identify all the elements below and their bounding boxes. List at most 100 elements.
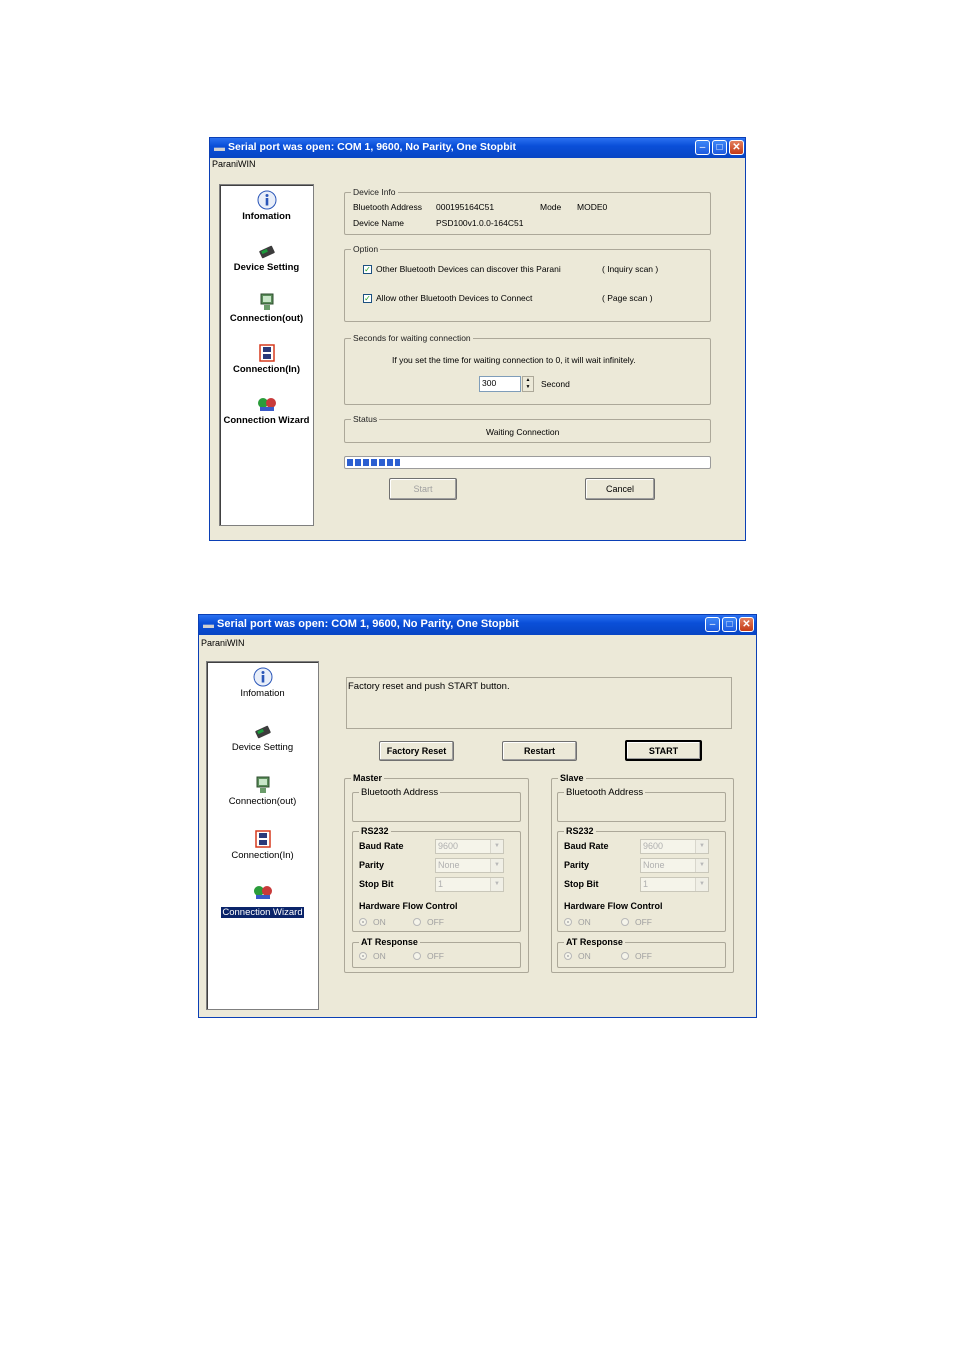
menu-paraniwin[interactable]: ParaniWIN [212, 159, 256, 169]
wizard-message-box: Factory reset and push START button. [346, 677, 732, 729]
master-hw-flow-off-radio[interactable] [413, 918, 421, 926]
nav-label-connection-wizard: Connection Wizard [221, 907, 304, 918]
maximize-button[interactable]: □ [722, 617, 737, 632]
title-bar[interactable]: ▬ Serial port was open: COM 1, 9600, No … [210, 138, 745, 158]
nav-label-information: Infomation [240, 688, 285, 699]
slave-hw-flow-off-label: OFF [635, 917, 652, 927]
slave-at-on-radio[interactable] [564, 952, 572, 960]
device-name-value: PSD100v1.0.0-164C51 [436, 218, 524, 228]
wizard-message: Factory reset and push START button. [348, 681, 510, 692]
nav-item-connection-wizard[interactable]: Connection Wizard [207, 882, 318, 920]
nav-panel: Infomation Device Setting Connection(out… [206, 661, 319, 1010]
master-hw-flow-on-label: ON [373, 917, 386, 927]
waiting-legend: Seconds for waiting connection [351, 333, 473, 343]
slave-baud-select[interactable]: 9600 ▼ [640, 839, 709, 854]
close-button[interactable]: ✕ [739, 617, 754, 632]
status-group: Status Waiting Connection [344, 414, 711, 443]
nav-item-information[interactable]: Infomation [220, 190, 313, 222]
connection-in-icon [254, 830, 271, 848]
nav-label-connection-in: Connection(In) [231, 850, 294, 861]
slave-baud-value: 9600 [643, 841, 664, 851]
nav-item-device-setting[interactable]: Device Setting [207, 721, 318, 753]
paraniwin-window-wizard: ▬ Serial port was open: COM 1, 9600, No … [198, 614, 757, 1018]
master-rs232-legend: RS232 [359, 826, 391, 836]
waiting-hint: If you set the time for waiting connecti… [392, 355, 636, 365]
master-baud-select[interactable]: 9600 ▼ [435, 839, 504, 854]
nav-item-connection-in[interactable]: Connection(In) [207, 829, 318, 861]
wizard-icon [253, 886, 272, 899]
minimize-button[interactable]: – [695, 140, 710, 155]
bluetooth-address-value: 000195164C51 [436, 202, 495, 212]
master-at-off-radio[interactable] [413, 952, 421, 960]
restart-button[interactable]: Restart [502, 741, 577, 761]
nav-item-information[interactable]: Infomation [207, 667, 318, 699]
cancel-button[interactable]: Cancel [585, 478, 655, 500]
slave-parity-label: Parity [564, 860, 590, 870]
seconds-spinner-input[interactable]: 300 [479, 376, 521, 392]
nav-label-connection-wizard: Connection Wizard [223, 415, 310, 426]
slave-at-legend: AT Response [564, 937, 625, 947]
slave-hw-flow-label: Hardware Flow Control [564, 901, 663, 911]
app-icon: ▬ [203, 619, 214, 631]
start-button[interactable]: START [625, 740, 702, 761]
start-button[interactable]: Start [389, 478, 457, 500]
master-at-on-label: ON [373, 951, 386, 961]
master-hw-flow-on-radio[interactable] [359, 918, 367, 926]
seconds-unit: Second [541, 379, 570, 389]
factory-reset-button[interactable]: Factory Reset [379, 741, 454, 761]
discoverable-checkbox[interactable]: ✓ [363, 265, 372, 274]
master-legend: Master [351, 773, 385, 783]
device-name-label: Device Name [353, 218, 405, 228]
allow-connect-checkbox[interactable]: ✓ [363, 294, 372, 303]
slave-at-off-radio[interactable] [621, 952, 629, 960]
menu-paraniwin[interactable]: ParaniWIN [201, 638, 245, 648]
chevron-down-icon: ▼ [695, 859, 708, 872]
master-stop-value: 1 [438, 879, 444, 889]
slave-stop-label: Stop Bit [564, 879, 599, 889]
window-title: Serial port was open: COM 1, 9600, No Pa… [217, 618, 519, 630]
slave-hw-flow-off-radio[interactable] [621, 918, 629, 926]
waiting-connection-group: Seconds for waiting connection If you se… [344, 333, 711, 405]
slave-at-response-group: AT Response ON OFF [557, 937, 726, 968]
status-legend: Status [351, 414, 380, 424]
slave-hw-flow-on-label: ON [578, 917, 591, 927]
nav-label-connection-in: Connection(In) [232, 364, 300, 375]
chevron-down-icon: ▼ [695, 840, 708, 853]
master-group: Master Bluetooth Address RS232 Baud Rate… [344, 773, 529, 973]
progress-fill [347, 459, 400, 466]
window-title: Serial port was open: COM 1, 9600, No Pa… [228, 141, 517, 153]
nav-item-device-setting[interactable]: Device Setting [220, 241, 313, 273]
master-stop-select[interactable]: 1 ▼ [435, 877, 504, 892]
nav-label-device-setting: Device Setting [231, 742, 294, 753]
spinner-buttons[interactable]: ▲ ▼ [522, 376, 534, 392]
slave-stop-select[interactable]: 1 ▼ [640, 877, 709, 892]
slave-parity-value: None [643, 860, 665, 870]
master-parity-select[interactable]: None ▼ [435, 858, 504, 873]
nav-item-connection-out[interactable]: Connection(out) [220, 292, 313, 324]
minimize-button[interactable]: – [705, 617, 720, 632]
connection-progress-bar [344, 456, 711, 469]
master-rs232-group: RS232 Baud Rate 9600 ▼ Parity None ▼ Stop … [352, 826, 521, 932]
slave-at-off-label: OFF [635, 951, 652, 961]
option-legend: Option [351, 244, 381, 254]
slave-hw-flow-on-radio[interactable] [564, 918, 572, 926]
connection-out-icon [256, 776, 269, 793]
device-info-legend: Device Info [351, 187, 398, 197]
nav-item-connection-wizard[interactable]: Connection Wizard [220, 394, 313, 426]
title-bar[interactable]: ▬ Serial port was open: COM 1, 9600, No … [199, 615, 756, 635]
slave-parity-select[interactable]: None ▼ [640, 858, 709, 873]
status-text: Waiting Connection [486, 427, 560, 437]
close-button[interactable]: ✕ [729, 140, 744, 155]
option-group: Option ✓ Other Bluetooth Devices can dis… [344, 244, 711, 322]
slave-bt-address-group: Bluetooth Address [557, 787, 726, 822]
master-hw-flow-off-label: OFF [427, 917, 444, 927]
discoverable-label: Other Bluetooth Devices can discover thi… [376, 264, 561, 274]
nav-item-connection-out[interactable]: Connection(out) [207, 775, 318, 807]
master-at-on-radio[interactable] [359, 952, 367, 960]
slave-at-on-label: ON [578, 951, 591, 961]
nav-item-connection-in[interactable]: Connection(In) [220, 343, 313, 375]
maximize-button[interactable]: □ [712, 140, 727, 155]
chevron-down-icon: ▼ [490, 878, 503, 891]
slave-stop-value: 1 [643, 879, 649, 889]
slave-group: Slave Bluetooth Address RS232 Baud Rate … [551, 773, 734, 973]
